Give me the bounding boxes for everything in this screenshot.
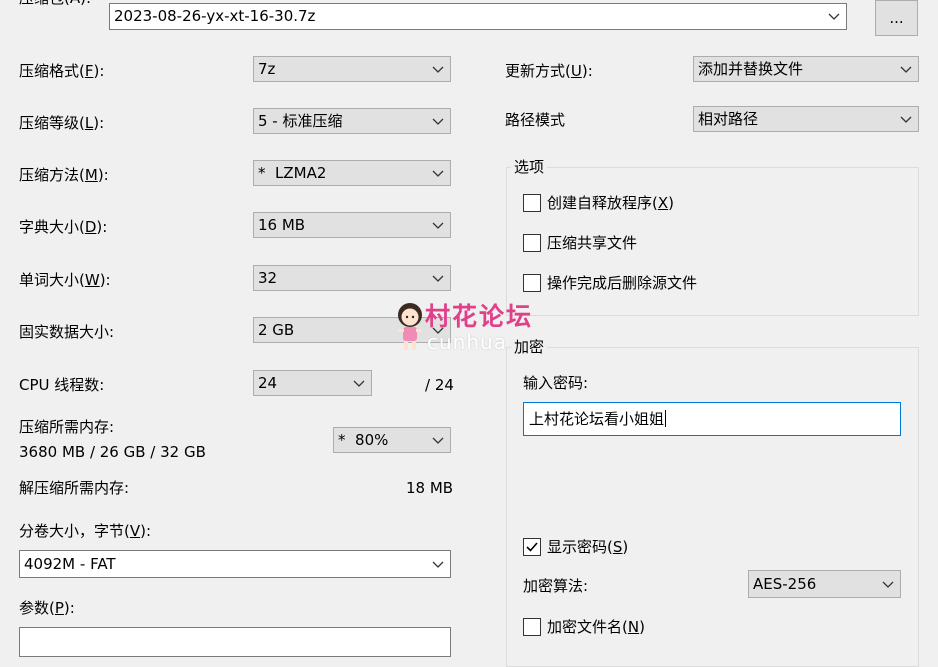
- watermark-sub: cunhua: [427, 330, 507, 354]
- password-input[interactable]: 上村花论坛看小姐姐: [523, 402, 901, 436]
- solid-label: 固实数据大小:: [19, 323, 115, 341]
- shared-checkbox-label: 压缩共享文件: [547, 234, 638, 252]
- level-value: 5 - 标准压缩: [258, 112, 343, 130]
- mem-compress-label: 压缩所需内存:: [19, 418, 115, 436]
- algo-label: 加密算法:: [523, 577, 589, 595]
- chevron-down-icon: [353, 380, 365, 387]
- show-password-checkbox[interactable]: 显示密码(S): [523, 538, 663, 558]
- volume-value[interactable]: 4092M - FAT: [24, 555, 116, 573]
- watermark-title: 村花论坛: [425, 302, 534, 331]
- path-mode-label: 路径模式: [505, 111, 566, 129]
- chevron-down-icon: [900, 116, 912, 123]
- method-value: * LZMA2: [258, 164, 327, 182]
- checkmark-icon: [526, 542, 538, 552]
- chevron-down-icon: [432, 118, 444, 125]
- text-caret: [665, 410, 667, 427]
- archive-path-combo[interactable]: 2023-08-26-yx-xt-16-30.7z: [109, 3, 847, 30]
- method-label: 压缩方法(M):: [19, 166, 109, 184]
- encrypt-names-label: 加密文件名(N): [547, 618, 645, 636]
- path-mode-value: 相对路径: [698, 110, 759, 128]
- show-password-checkbox-box[interactable]: [523, 538, 541, 556]
- word-value: 32: [258, 269, 278, 287]
- dict-value: 16 MB: [258, 216, 306, 234]
- shared-checkbox-box[interactable]: [523, 234, 541, 252]
- params-input[interactable]: [19, 627, 451, 657]
- word-label: 单词大小(W):: [19, 271, 111, 289]
- chevron-down-icon: [432, 437, 444, 444]
- volume-label: 分卷大小，字节(V):: [19, 522, 152, 540]
- mem-compress-value: 3680 MB / 26 GB / 32 GB: [19, 443, 206, 461]
- sfx-checkbox-label: 创建自释放程序(X): [547, 194, 674, 212]
- volume-combo[interactable]: 4092M - FAT: [19, 550, 451, 578]
- update-value: 添加并替换文件: [698, 60, 804, 78]
- chevron-down-icon[interactable]: [828, 11, 840, 21]
- delete-checkbox-box[interactable]: [523, 274, 541, 292]
- format-label: 压缩格式(F):: [19, 62, 105, 80]
- algo-select[interactable]: AES-256: [748, 570, 901, 598]
- word-select[interactable]: 32: [253, 265, 451, 291]
- update-label: 更新方式(U):: [505, 62, 593, 80]
- chevron-down-icon: [432, 170, 444, 177]
- threads-max: / 24: [425, 376, 454, 394]
- chevron-down-icon: [900, 66, 912, 73]
- threads-select[interactable]: 24: [253, 370, 372, 396]
- mem-decompress-label: 解压缩所需内存:: [19, 479, 130, 497]
- format-value: 7z: [258, 60, 276, 78]
- chevron-down-icon: [432, 275, 444, 282]
- delete-checkbox[interactable]: 操作完成后删除源文件: [523, 274, 743, 294]
- options-title: 选项: [511, 158, 548, 176]
- sfx-checkbox-box[interactable]: [523, 194, 541, 212]
- encrypt-names-checkbox-box[interactable]: [523, 618, 541, 636]
- dict-select[interactable]: 16 MB: [253, 212, 451, 238]
- password-value: 上村花论坛看小姐姐: [529, 410, 667, 428]
- encryption-title: 加密: [511, 338, 548, 356]
- chevron-down-icon: [882, 581, 894, 588]
- mascot-logo: [392, 300, 428, 352]
- mem-percent-value: * 80%: [338, 431, 389, 449]
- archive-path-value[interactable]: 2023-08-26-yx-xt-16-30.7z: [114, 7, 315, 25]
- level-label: 压缩等级(L):: [19, 114, 105, 132]
- sfx-checkbox[interactable]: 创建自释放程序(X): [523, 194, 743, 214]
- algo-value: AES-256: [753, 575, 817, 593]
- method-select[interactable]: * LZMA2: [253, 160, 451, 186]
- params-label: 参数(P):: [19, 599, 75, 617]
- browse-button[interactable]: ...: [875, 0, 918, 36]
- threads-value: 24: [258, 374, 278, 392]
- mem-decompress-value: 18 MB: [406, 479, 454, 497]
- browse-button-label: ...: [889, 9, 904, 27]
- archive-label: 压缩包(A):: [19, 0, 91, 8]
- level-select[interactable]: 5 - 标准压缩: [253, 108, 451, 134]
- chevron-down-icon[interactable]: [432, 559, 444, 569]
- solid-value: 2 GB: [258, 321, 295, 339]
- path-mode-select[interactable]: 相对路径: [693, 106, 919, 132]
- mem-percent-select[interactable]: * 80%: [333, 427, 451, 453]
- threads-label: CPU 线程数:: [19, 376, 105, 394]
- show-password-label: 显示密码(S): [547, 538, 629, 556]
- shared-checkbox[interactable]: 压缩共享文件: [523, 234, 743, 254]
- update-select[interactable]: 添加并替换文件: [693, 56, 919, 82]
- chevron-down-icon: [432, 66, 444, 73]
- dict-label: 字典大小(D):: [19, 218, 108, 236]
- chevron-down-icon: [432, 222, 444, 229]
- password-label: 输入密码:: [523, 374, 589, 392]
- encrypt-names-checkbox[interactable]: 加密文件名(N): [523, 618, 683, 638]
- format-select[interactable]: 7z: [253, 56, 451, 82]
- delete-checkbox-label: 操作完成后删除源文件: [547, 274, 698, 292]
